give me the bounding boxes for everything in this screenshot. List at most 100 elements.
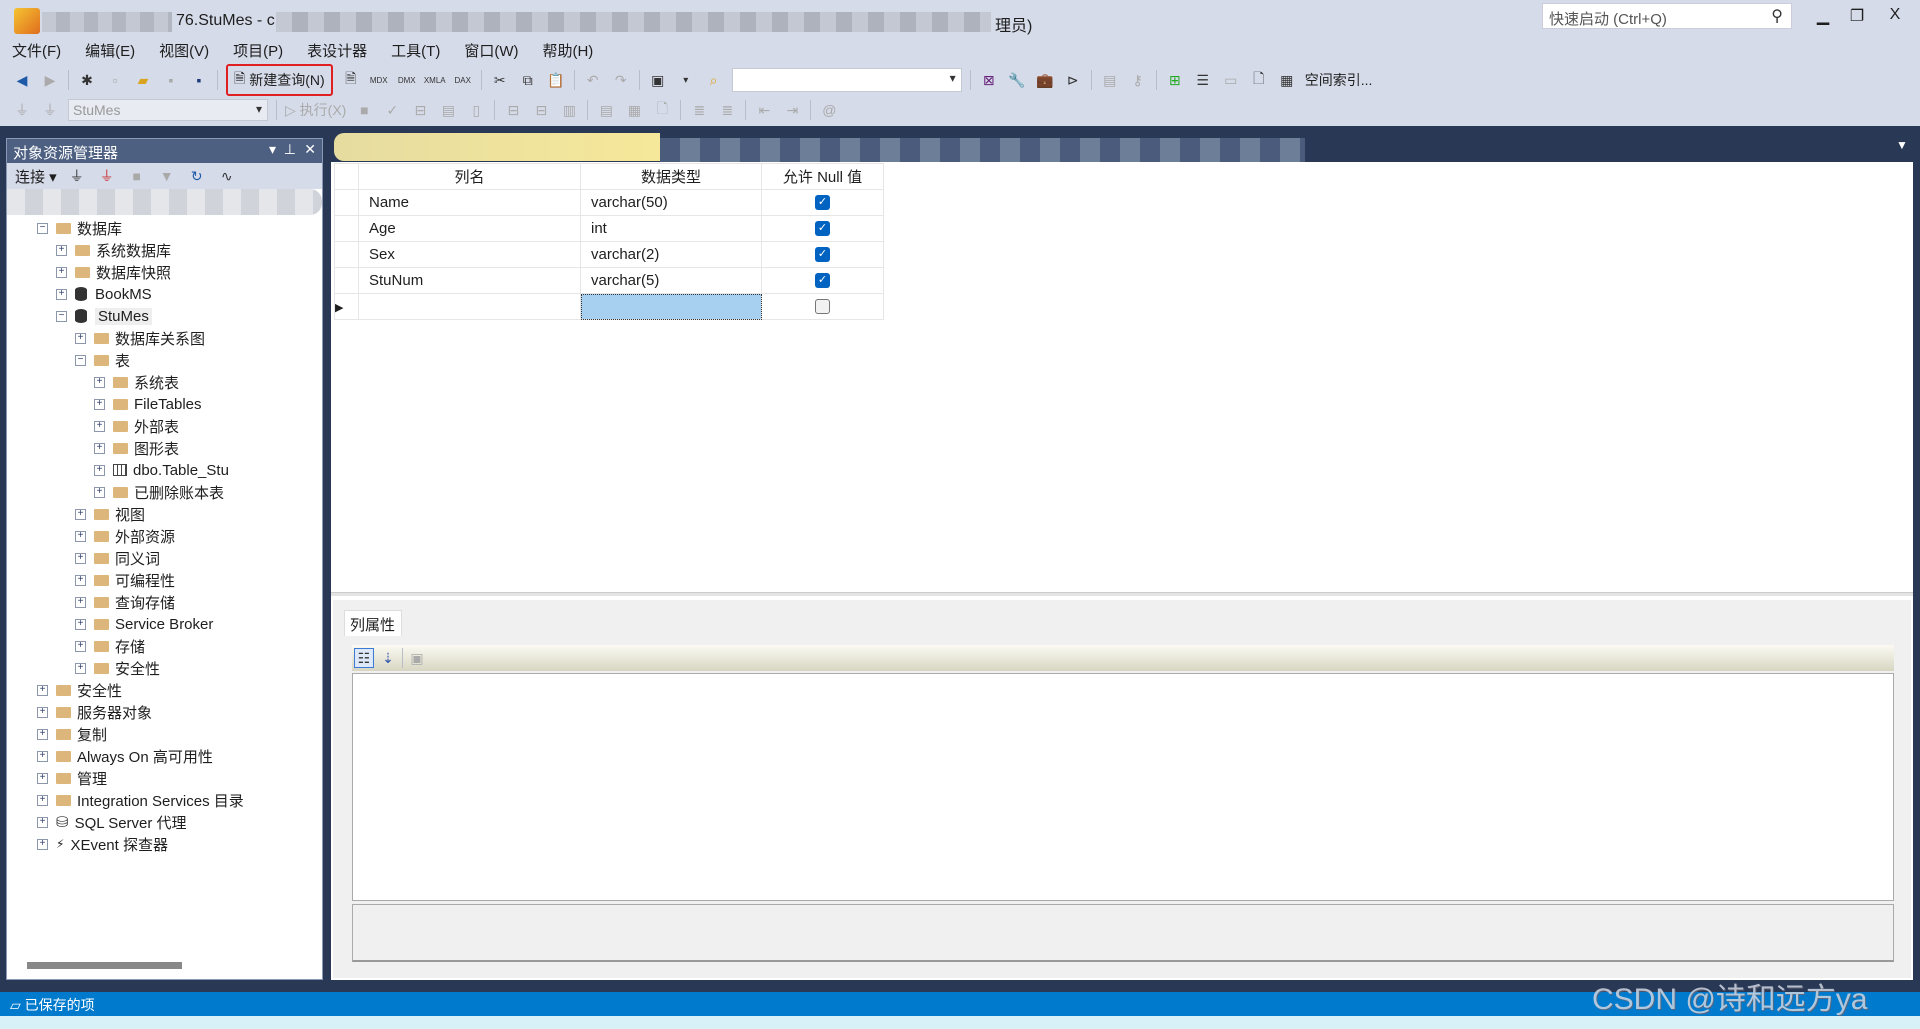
column-name-cell[interactable]: Age (358, 215, 581, 242)
results-file-icon[interactable]: 🗋 (652, 100, 672, 120)
activity-icon[interactable]: ∿ (217, 166, 237, 186)
tree-node[interactable]: + 存储 (7, 635, 322, 657)
menu-item[interactable]: 视图(V) (159, 40, 209, 64)
tree-node[interactable]: − 数据库 (7, 217, 322, 239)
tree-node[interactable]: + ⚡ XEvent 探查器 (7, 833, 322, 855)
relationships-icon[interactable]: ⊞ (1165, 70, 1185, 90)
expand-icon[interactable]: + (94, 420, 105, 432)
document-tab-active[interactable] (334, 133, 660, 161)
close-button[interactable]: X (1878, 6, 1912, 30)
primary-key-icon[interactable]: ⚷ (1128, 70, 1148, 90)
open-file-icon[interactable]: ▰ (133, 70, 153, 90)
restore-button[interactable]: ❐ (1840, 6, 1874, 30)
tree-node[interactable]: + 外部资源 (7, 525, 322, 547)
save-all-icon[interactable]: ▪ (189, 70, 209, 90)
allow-null-cell[interactable]: ✓ (761, 189, 884, 216)
add-item-icon[interactable]: ▫ (105, 70, 125, 90)
xmla-query-icon[interactable]: XMLA (424, 70, 446, 90)
column-name-cell[interactable]: Sex (358, 241, 581, 268)
expand-icon[interactable]: + (75, 596, 86, 608)
window-position-icon[interactable]: ▾ (269, 141, 276, 158)
toolbox-icon[interactable]: 💼 (1035, 70, 1055, 90)
tab-list-dropdown-icon[interactable]: ▼ (1896, 138, 1908, 152)
tree-node[interactable]: + 系统表 (7, 371, 322, 393)
database-engine-query-icon[interactable]: 🗎 (341, 70, 361, 90)
new-project-icon[interactable]: ✱ (77, 70, 97, 90)
tree-node[interactable]: + 复制 (7, 723, 322, 745)
include-plan-icon[interactable]: ⊟ (503, 100, 523, 120)
expand-icon[interactable]: + (75, 530, 86, 542)
find-combo[interactable] (731, 68, 962, 92)
collapse-icon[interactable]: − (56, 310, 67, 322)
tree-node[interactable]: + BookMS (7, 283, 322, 305)
tree-node[interactable]: + 安全性 (7, 679, 322, 701)
column-name-cell[interactable]: StuNum (358, 267, 581, 294)
expand-icon[interactable]: + (75, 618, 86, 630)
client-stats-icon[interactable]: ▥ (559, 100, 579, 120)
data-type-cell[interactable]: int (580, 215, 762, 242)
tree-node[interactable]: + 同义词 (7, 547, 322, 569)
expand-icon[interactable]: + (75, 662, 86, 674)
forward-icon[interactable]: ▶ (40, 70, 60, 90)
tree-node[interactable]: + 数据库关系图 (7, 327, 322, 349)
stop-icon[interactable]: ■ (354, 100, 374, 120)
filter-icon[interactable]: ▼ (157, 166, 177, 186)
data-type-cell[interactable] (580, 293, 762, 320)
menu-item[interactable]: 帮助(H) (542, 40, 593, 64)
new-query-button[interactable]: 🗎 新建查询(N) (226, 64, 333, 96)
table-row[interactable]: Sex varchar(2) ✓ (334, 241, 884, 268)
tree-node[interactable]: + 服务器对象 (7, 701, 322, 723)
indexes-icon[interactable]: ☰ (1193, 70, 1213, 90)
increase-indent-icon[interactable]: ⇥ (782, 100, 802, 120)
tab-column-properties[interactable]: 列属性 (344, 610, 402, 636)
tree-node[interactable]: + dbo.Table_Stu (7, 459, 322, 481)
tree-node[interactable]: + 查询存储 (7, 591, 322, 613)
parse-icon[interactable]: ✓ (382, 100, 402, 120)
vs-icon[interactable]: ⊠ (979, 70, 999, 90)
column-name-cell[interactable]: Name (358, 189, 581, 216)
tree-node[interactable]: + 系统数据库 (7, 239, 322, 261)
expand-icon[interactable]: + (75, 640, 86, 652)
expand-icon[interactable]: + (75, 574, 86, 586)
quick-launch-input[interactable]: 快速启动 (Ctrl+Q) ⚲ (1542, 3, 1792, 29)
tree-node[interactable]: + 视图 (7, 503, 322, 525)
expand-icon[interactable]: + (94, 376, 105, 388)
stop-icon[interactable]: ■ (127, 166, 147, 186)
expand-icon[interactable]: + (75, 508, 86, 520)
row-selector[interactable] (334, 241, 359, 268)
refresh-icon[interactable]: ↻ (187, 166, 207, 186)
allow-null-cell[interactable]: ✓ (761, 241, 884, 268)
connect-plug-icon[interactable]: ⏚ (67, 166, 87, 186)
allow-null-checkbox[interactable] (815, 299, 830, 314)
allow-null-checkbox[interactable]: ✓ (815, 221, 830, 236)
horizontal-scrollbar[interactable] (27, 962, 182, 969)
minimize-button[interactable]: ▁ (1806, 6, 1840, 30)
row-selector[interactable] (334, 267, 359, 294)
tree-node[interactable]: + 图形表 (7, 437, 322, 459)
check-constraints-icon[interactable]: ▦ (1277, 70, 1297, 90)
menu-item[interactable]: 表设计器 (307, 40, 367, 64)
allow-null-checkbox[interactable]: ✓ (815, 273, 830, 288)
expand-icon[interactable]: + (37, 794, 48, 806)
execute-button[interactable]: ▷ 执行(X) (285, 100, 346, 120)
expand-icon[interactable]: + (56, 244, 67, 256)
dax-query-icon[interactable]: DAX (453, 70, 473, 90)
results-text-icon[interactable]: ▤ (596, 100, 616, 120)
collapse-icon[interactable]: − (75, 354, 86, 366)
collapse-icon[interactable]: − (37, 222, 48, 234)
expand-icon[interactable]: + (56, 266, 67, 278)
activity-monitor-icon[interactable]: ▣ (648, 70, 668, 90)
dropdown-icon[interactable]: ▾ (676, 70, 696, 90)
data-type-cell[interactable]: varchar(2) (580, 241, 762, 268)
connect-dropdown[interactable]: 连接 ▾ (15, 166, 57, 187)
mdx-query-icon[interactable]: MDX (369, 70, 389, 90)
table-row[interactable]: ▶ (334, 293, 884, 320)
expand-icon[interactable]: + (94, 486, 105, 498)
save-icon[interactable]: ▪ (161, 70, 181, 90)
data-type-cell[interactable]: varchar(5) (580, 267, 762, 294)
allow-null-cell[interactable]: ✓ (761, 215, 884, 242)
pin-icon[interactable]: ⊥ (284, 141, 296, 158)
tree-node[interactable]: + 数据库快照 (7, 261, 322, 283)
row-selector[interactable] (334, 215, 359, 242)
comment-icon[interactable]: ≣ (689, 100, 709, 120)
